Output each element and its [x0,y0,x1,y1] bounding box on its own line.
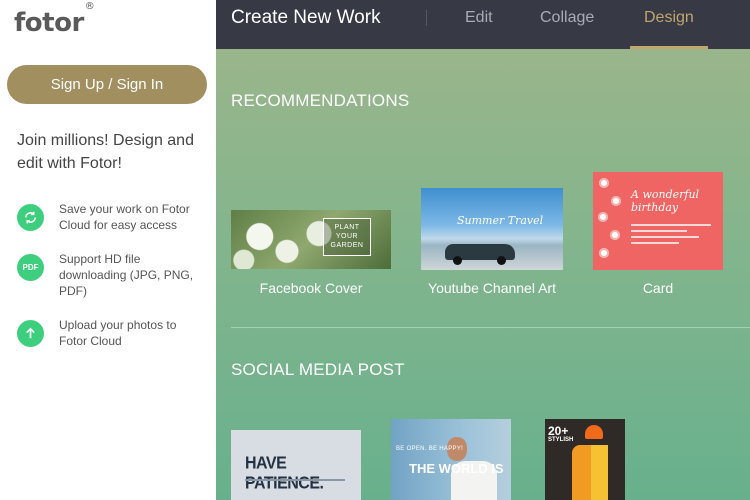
car-wheel [453,256,462,265]
card-thumbnail[interactable]: A wonderful birthday [593,172,723,270]
hat-illustration [585,425,603,439]
top-navigation: Create New Work Edit Collage Design [216,0,750,49]
flower-decoration [599,178,609,188]
sync-icon [17,204,44,231]
pdf-icon: PDF [17,254,44,281]
social-post-thumbnail-2[interactable]: BE OPEN. BE HAPPY! THE WORLD IS [391,419,511,500]
thumbnail-overlay-text: PLANT YOUR GARDEN [323,218,371,256]
feature-cloud-save: Save your work on Fotor Cloud for easy a… [17,201,199,233]
car-wheel [497,256,506,265]
registered-mark: ® [84,1,95,13]
facebook-cover-label[interactable]: Facebook Cover [221,280,401,296]
thumbnail-overlay-text: THE WORLD IS [409,461,504,476]
sign-in-button[interactable]: Sign Up / Sign In [7,65,207,104]
flower-decoration [598,212,608,222]
youtube-channel-art-thumbnail[interactable]: Summer Travel [421,188,563,270]
logo-text: fotor [14,8,84,38]
flower-decoration [599,248,609,258]
tab-edit[interactable]: Edit [465,9,493,27]
sidebar: fotor® Sign Up / Sign In Join millions! … [0,0,216,500]
thumbnail-overlay-text: A wonderful birthday [631,188,700,214]
thumbnail-small-text: BE OPEN. BE HAPPY! [396,446,464,452]
social-post-thumbnail-3[interactable]: 20+ STYLISH [545,419,625,500]
design-templates-area[interactable]: RECOMMENDATIONS PLANT YOUR GARDEN Facebo… [216,49,750,500]
page-title: Create New Work [231,7,381,28]
social-post-thumbnail-1[interactable]: HAVE PATIENCE. [231,430,361,500]
promo-text: Join millions! Design and edit with Foto… [17,132,194,172]
section-divider [231,327,750,328]
fotor-logo[interactable]: fotor® [14,1,95,38]
flower-decoration [610,230,620,240]
thumbnail-overlay-text: Summer Travel [457,214,544,227]
thumbnail-overlay-text: HAVE PATIENCE. [245,454,324,493]
feature-text: Support HD file downloading (JPG, PNG, P… [59,252,194,298]
subtext-line [245,479,345,481]
flower-decoration [611,196,621,206]
feature-text: Save your work on Fotor Cloud for easy a… [59,202,190,232]
feature-text: Upload your photos to Fotor Cloud [59,318,177,348]
tab-design[interactable]: Design [644,9,694,27]
section-title-recommendations: RECOMMENDATIONS [231,91,410,110]
feature-upload: Upload your photos to Fotor Cloud [17,317,199,349]
figure-highlight [591,445,608,500]
section-title-social-media-post: SOCIAL MEDIA POST [231,360,405,379]
youtube-channel-art-label[interactable]: Youtube Channel Art [402,280,582,296]
feature-hd-download: PDF Support HD file downloading (JPG, PN… [17,251,199,299]
thumbnail-overlay-text: STYLISH [548,437,574,443]
thumbnail-number: 20+ [548,424,569,438]
divider [426,10,427,26]
card-label[interactable]: Card [568,280,748,296]
tab-collage[interactable]: Collage [540,9,594,27]
facebook-cover-thumbnail[interactable]: PLANT YOUR GARDEN [231,210,391,269]
upload-arrow-icon [17,320,44,347]
card-body-lines [631,224,711,248]
